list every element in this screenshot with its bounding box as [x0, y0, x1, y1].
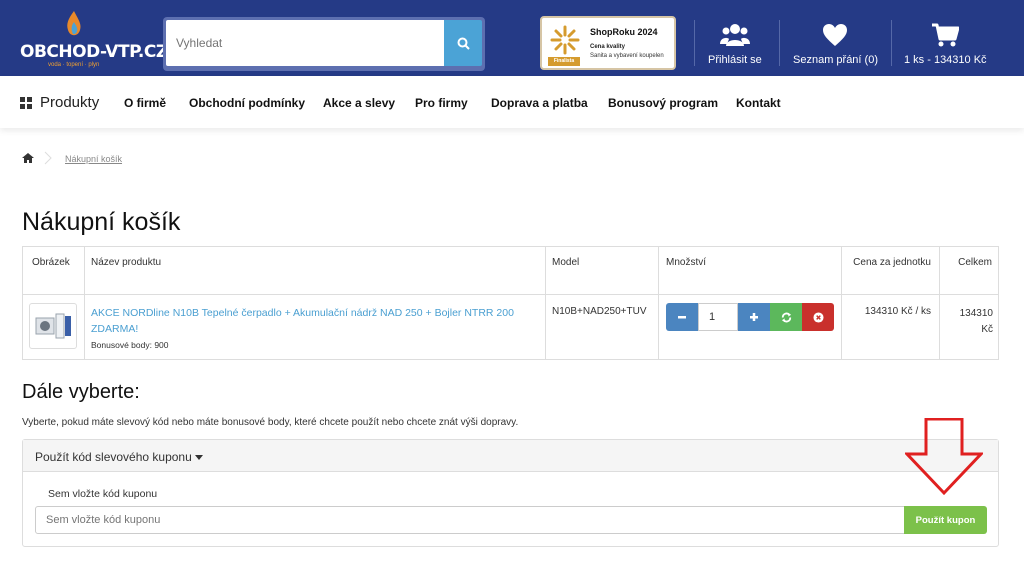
annotation-arrow-icon [905, 418, 983, 496]
header-unit-price: Cena za jednotku [853, 257, 931, 268]
flame-icon [67, 11, 81, 36]
coupon-panel: Použít kód slevového kuponu Sem vložte k… [22, 439, 999, 547]
breadcrumb-cart[interactable]: Nákupní košík [65, 154, 122, 164]
bonus-points: Bonusové body: 900 [91, 340, 169, 350]
nav-item-akce-a-slevy[interactable]: Akce a slevy [323, 96, 395, 110]
remove-icon [812, 311, 824, 323]
site-logo[interactable]: OBCHOD-VTP.CZ voda · topení · plyn [20, 8, 168, 70]
column-divider [841, 247, 842, 359]
product-model: N10B+NAD250+TUV [552, 306, 647, 317]
more-options-title: Dále vyberte: [22, 381, 140, 403]
header-product-name: Název produktu [91, 257, 162, 268]
header-quantity: Množství [666, 257, 707, 268]
nav-products-label: Produkty [40, 94, 100, 111]
nav-item-doprava-a-platba[interactable]: Doprava a platba [491, 96, 588, 110]
cart-link[interactable]: 1 ks - 134310 Kč [904, 22, 987, 66]
brand-tagline: voda · topení · plyn [48, 62, 100, 68]
login-label: Přihlásit se [708, 54, 762, 66]
header-divider [694, 20, 695, 66]
shoproku-badge[interactable]: Finalista ShopRoku 2024 Cena kvality San… [540, 16, 676, 70]
cart-table: Obrázek Název produktu Model Množství Ce… [22, 246, 999, 360]
column-divider [939, 247, 940, 359]
minus-icon [678, 316, 686, 319]
quantity-input[interactable] [698, 303, 738, 331]
coupon-field-label: Sem vložte kód kuponu [48, 488, 158, 500]
search-button[interactable] [444, 20, 482, 66]
heat-pump-image [35, 313, 71, 339]
users-icon [719, 24, 750, 46]
header-divider [779, 20, 780, 66]
more-options-hint: Vyberte, pokud máte slevový kód nebo mát… [22, 417, 519, 428]
page-title: Nákupní košík [22, 208, 181, 236]
badge-title: ShopRoku 2024 [590, 27, 658, 37]
search-icon [457, 37, 470, 50]
wishlist-label: Seznam přání (0) [793, 54, 878, 66]
login-link[interactable]: Přihlásit se [708, 22, 762, 66]
caret-down-icon [194, 455, 203, 461]
nav-item-kontakt[interactable]: Kontakt [736, 96, 781, 110]
plus-icon [750, 313, 758, 321]
breadcrumb-separator-icon [44, 151, 52, 165]
unit-price: 134310 Kč / ks [864, 306, 931, 317]
cart-summary: 1 ks - 134310 Kč [904, 54, 987, 66]
decrease-quantity-button[interactable] [666, 303, 698, 331]
apply-coupon-button[interactable]: Použít kupon [904, 506, 987, 534]
column-divider [84, 247, 85, 359]
nav-item-bonusovy-program[interactable]: Bonusový program [608, 96, 718, 110]
nav-item-o-firme[interactable]: O firmě [124, 96, 166, 110]
coupon-panel-label: Použít kód slevového kuponu [35, 450, 192, 464]
brand-name: OBCHOD-VTP.CZ [20, 42, 168, 62]
heart-icon [823, 24, 848, 46]
main-nav: Produkty O firmě Obchodní podmínky Akce … [0, 76, 1024, 128]
line-total: 134310 Kč [959, 308, 993, 335]
nav-products[interactable]: Produkty [20, 94, 99, 111]
increase-quantity-button[interactable] [738, 303, 770, 331]
header-model: Model [552, 257, 580, 268]
cart-icon [932, 23, 960, 47]
column-divider [658, 247, 659, 359]
header-divider [891, 20, 892, 66]
remove-item-button[interactable] [802, 303, 834, 331]
nav-item-pro-firmy[interactable]: Pro firmy [415, 96, 468, 110]
site-header: OBCHOD-VTP.CZ voda · topení · plyn Vyhle… [0, 0, 1024, 76]
product-thumbnail[interactable] [29, 303, 77, 349]
badge-line1: Cena kvality [590, 44, 626, 50]
refresh-icon [781, 312, 791, 322]
search-bar [163, 17, 485, 71]
award-star-icon [550, 25, 580, 55]
update-quantity-button[interactable] [770, 303, 802, 331]
quantity-stepper [666, 303, 834, 331]
header-image: Obrázek [32, 257, 70, 268]
nav-item-obchodni-podminky[interactable]: Obchodní podmínky [189, 96, 305, 110]
search-input[interactable] [166, 20, 444, 66]
coupon-code-input[interactable] [35, 506, 905, 534]
header-total: Celkem [958, 257, 992, 268]
coupon-panel-toggle[interactable]: Použít kód slevového kuponu [23, 440, 998, 472]
badge-line2: Sanita a vybavení koupelen [590, 53, 664, 59]
product-name-link[interactable]: AKCE NORDline N10B Tepelné čerpadlo + Ak… [91, 305, 541, 337]
wishlist-link[interactable]: Seznam přání (0) [793, 22, 878, 66]
column-divider [545, 247, 546, 359]
badge-finalist: Finalista [548, 57, 580, 66]
home-icon[interactable] [22, 153, 34, 163]
grid-icon [20, 96, 32, 109]
coupon-panel-title: Použít kód slevového kuponu [35, 450, 203, 464]
